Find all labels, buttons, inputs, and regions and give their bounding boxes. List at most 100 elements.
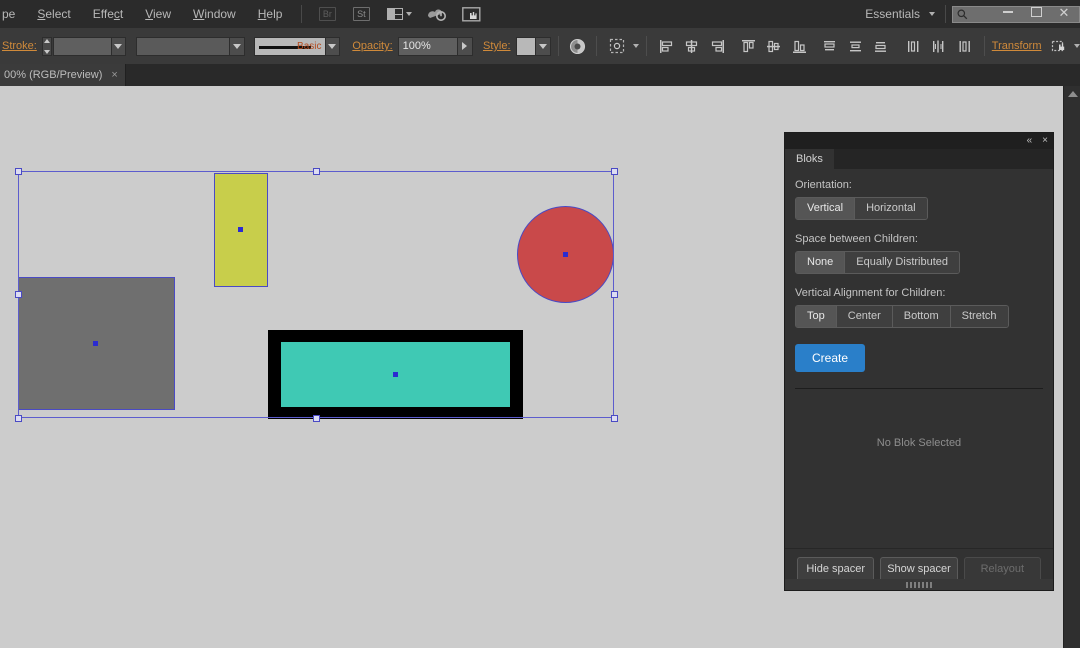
graphic-style-swatch[interactable] bbox=[516, 37, 536, 56]
panel-body: Orientation: Vertical Horizontal Space b… bbox=[785, 169, 1053, 548]
chevron-right-icon bbox=[462, 42, 467, 50]
menu-items: pe Select Effect View Window Help bbox=[0, 0, 293, 28]
align-bottom-icon[interactable] bbox=[790, 37, 807, 56]
opacity-field[interactable]: 100% bbox=[398, 37, 458, 56]
panel-divider bbox=[795, 388, 1043, 389]
align-right-icon[interactable] bbox=[709, 37, 726, 56]
alignment-option-stretch[interactable]: Stretch bbox=[951, 306, 1008, 327]
menu-item-type[interactable]: pe bbox=[0, 0, 26, 28]
menu-item-view[interactable]: View bbox=[134, 0, 182, 28]
chevron-down-icon bbox=[114, 44, 122, 49]
close-icon[interactable]: × bbox=[111, 70, 117, 80]
align-top-icon[interactable] bbox=[740, 37, 757, 56]
stroke-weight-stepper[interactable] bbox=[42, 37, 52, 56]
arrange-documents-icon[interactable] bbox=[384, 5, 414, 23]
distribute-spacing-left-icon[interactable] bbox=[905, 37, 922, 56]
panel-drag-handle[interactable] bbox=[784, 579, 1054, 591]
panel-title-bar[interactable]: « × bbox=[785, 133, 1053, 149]
menu-label: elp bbox=[266, 7, 282, 21]
distribute-spacing-center-icon[interactable] bbox=[930, 37, 947, 56]
scroll-up-icon[interactable] bbox=[1068, 91, 1078, 97]
select-similar-icon[interactable] bbox=[607, 37, 627, 56]
spacing-label: Space between Children: bbox=[795, 233, 1043, 245]
brush-name-label: Basic bbox=[297, 41, 321, 52]
selection-handle-top-center[interactable] bbox=[313, 168, 320, 175]
close-panel-icon[interactable]: × bbox=[1042, 136, 1048, 146]
menu-item-window[interactable]: Window bbox=[182, 0, 247, 28]
cloud-sync-glyph bbox=[427, 7, 447, 22]
stroke-weight-dropdown[interactable] bbox=[111, 37, 127, 56]
select-tool-icon[interactable] bbox=[460, 5, 482, 23]
transform-chevron-down-icon[interactable] bbox=[1074, 44, 1080, 48]
workspace-switcher[interactable]: Essentials bbox=[855, 7, 926, 21]
align-left-icon[interactable] bbox=[658, 37, 675, 56]
collapse-panel-icon[interactable]: « bbox=[1027, 136, 1033, 146]
selection-handle-bottom-left[interactable] bbox=[15, 415, 22, 422]
window-controls: ✕ bbox=[994, 2, 1078, 22]
menu-mnemonic: W bbox=[193, 7, 204, 21]
selection-handle-bottom-right[interactable] bbox=[611, 415, 618, 422]
menu-item-effect[interactable]: Effect bbox=[82, 0, 134, 28]
close-button[interactable]: ✕ bbox=[1050, 2, 1078, 22]
opacity-label: Opacity: bbox=[352, 40, 392, 52]
menu-label: elect bbox=[45, 7, 70, 21]
panel-tab-label: Bloks bbox=[796, 153, 823, 165]
menu-item-select[interactable]: Select bbox=[26, 0, 81, 28]
drag-grip-dots bbox=[906, 582, 932, 588]
cloud-sync-icon[interactable] bbox=[426, 5, 448, 23]
opacity-value: 100% bbox=[403, 40, 431, 52]
maximize-button[interactable] bbox=[1022, 2, 1050, 22]
selection-handle-middle-left[interactable] bbox=[15, 291, 22, 298]
graphic-style-dropdown[interactable] bbox=[535, 37, 551, 56]
spacing-option-none[interactable]: None bbox=[796, 252, 845, 273]
bridge-icon[interactable]: Br bbox=[316, 5, 338, 23]
brush-definition-field[interactable]: Basic bbox=[254, 37, 326, 56]
selection-handle-middle-right[interactable] bbox=[611, 291, 618, 298]
menu-item-help[interactable]: Help bbox=[247, 0, 294, 28]
select-similar-chevron-down-icon[interactable] bbox=[633, 44, 639, 48]
orientation-option-horizontal[interactable]: Horizontal bbox=[855, 198, 927, 219]
selection-bounding-box bbox=[18, 171, 614, 418]
stock-icon[interactable]: St bbox=[350, 5, 372, 23]
selection-handle-bottom-center[interactable] bbox=[313, 415, 320, 422]
selection-handle-top-left[interactable] bbox=[15, 168, 22, 175]
align-top-glyph bbox=[741, 39, 756, 54]
menu-bar: pe Select Effect View Window Help Br St bbox=[0, 0, 1080, 29]
alignment-option-bottom[interactable]: Bottom bbox=[893, 306, 951, 327]
arrange-glyph bbox=[387, 8, 403, 20]
transform-glyph bbox=[1051, 39, 1067, 54]
vertical-scrollbar[interactable] bbox=[1063, 86, 1080, 648]
align-center-vertical-icon[interactable] bbox=[765, 37, 782, 56]
transform-link[interactable]: Transform bbox=[992, 40, 1042, 52]
create-button[interactable]: Create bbox=[795, 344, 865, 372]
selection-handle-top-right[interactable] bbox=[611, 168, 618, 175]
transform-options-icon[interactable] bbox=[1051, 37, 1068, 56]
bridge-badge-label: Br bbox=[319, 7, 336, 21]
dist-spacing-l-glyph bbox=[906, 39, 921, 54]
panel-tab-bloks[interactable]: Bloks bbox=[785, 149, 834, 169]
dist-spacing-r-glyph bbox=[957, 39, 972, 54]
align-center-horizontal-icon[interactable] bbox=[683, 37, 700, 56]
distribute-bottom-icon[interactable] bbox=[872, 37, 889, 56]
alignment-option-center[interactable]: Center bbox=[837, 306, 893, 327]
maximize-icon bbox=[1031, 7, 1042, 17]
minimize-button[interactable] bbox=[994, 2, 1022, 22]
workspace-chevron-down-icon[interactable] bbox=[929, 12, 935, 16]
distribute-spacing-right-icon[interactable] bbox=[955, 37, 972, 56]
opacity-dropdown[interactable] bbox=[457, 37, 473, 56]
alignment-option-top[interactable]: Top bbox=[796, 306, 837, 327]
opacity-mask-icon[interactable] bbox=[568, 37, 585, 56]
close-icon: ✕ bbox=[1059, 6, 1070, 19]
distribute-top-icon[interactable] bbox=[821, 37, 838, 56]
document-tab[interactable]: 00% (RGB/Preview) × bbox=[0, 64, 126, 86]
chevron-down-icon bbox=[406, 12, 412, 16]
stroke-profile-dropdown[interactable] bbox=[229, 37, 245, 56]
brush-definition-dropdown[interactable] bbox=[325, 37, 341, 56]
chevron-down-icon bbox=[328, 44, 336, 49]
spacing-option-equally-distributed[interactable]: Equally Distributed bbox=[845, 252, 959, 273]
orientation-option-vertical[interactable]: Vertical bbox=[796, 198, 855, 219]
stroke-weight-field[interactable] bbox=[53, 37, 112, 56]
align-center-v-glyph bbox=[766, 39, 781, 54]
distribute-center-vertical-icon[interactable] bbox=[847, 37, 864, 56]
stroke-profile-field[interactable] bbox=[136, 37, 230, 56]
